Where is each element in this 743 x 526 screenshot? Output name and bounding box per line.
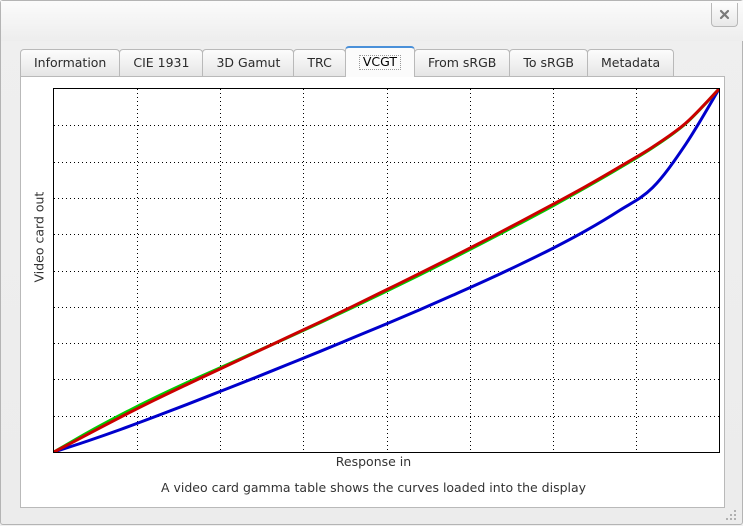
- tab-3d-gamut[interactable]: 3D Gamut: [202, 49, 295, 77]
- tab-bar: Information CIE 1931 3D Gamut TRC VCGT From s…: [20, 46, 725, 77]
- x-axis-label: Response in: [335, 454, 412, 469]
- close-button[interactable]: [711, 3, 738, 27]
- tab-label: Metadata: [600, 55, 661, 71]
- plot-area: [53, 88, 720, 453]
- tab-label: Information: [34, 55, 107, 71]
- tab-label: VCGT: [358, 55, 401, 70]
- icc-profile-window: Information CIE 1931 3D Gamut TRC VCGT From s…: [0, 0, 743, 525]
- close-icon: [719, 9, 730, 20]
- curve-lines: [54, 89, 719, 452]
- tab-to-srgb[interactable]: To sRGB: [509, 49, 588, 77]
- tab-metadata[interactable]: Metadata: [586, 49, 675, 77]
- y-axis-label: Video card out: [31, 191, 47, 283]
- vcgt-curves-svg: [54, 89, 719, 452]
- curve-green: [54, 89, 719, 452]
- window-titlebar: [1, 1, 743, 41]
- tab-label: CIE 1931: [133, 55, 190, 71]
- tab-information[interactable]: Information: [20, 49, 121, 77]
- tab-vcgt[interactable]: VCGT: [344, 46, 415, 77]
- tab-trc[interactable]: TRC: [293, 49, 346, 77]
- tab-label: TRC: [307, 55, 332, 71]
- tab-label: To sRGB: [523, 55, 574, 71]
- vcgt-plot-container: Video card out Response in A video card …: [21, 77, 726, 509]
- tab-label: 3D Gamut: [216, 55, 281, 71]
- plot-description: A video card gamma table shows the curve…: [160, 480, 587, 495]
- tab-panel-vcgt: Video card out Response in A video card …: [20, 76, 725, 508]
- tab-label: From sRGB: [427, 55, 497, 71]
- tab-from-srgb[interactable]: From sRGB: [413, 49, 511, 77]
- tab-cie-1931[interactable]: CIE 1931: [119, 49, 204, 77]
- resize-grip-icon[interactable]: [725, 507, 738, 520]
